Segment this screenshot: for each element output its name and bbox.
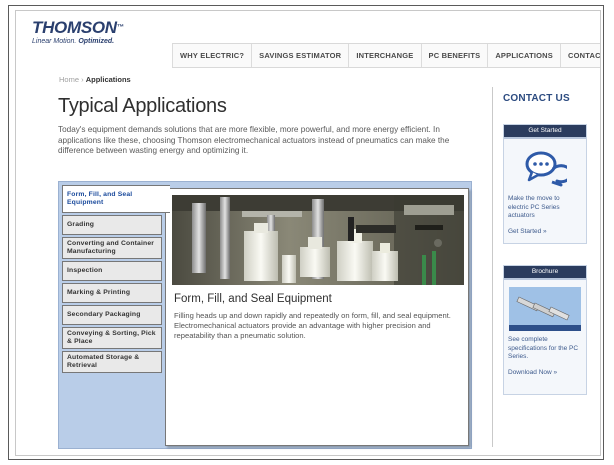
- nav-why-electric[interactable]: WHY ELECTRIC?: [172, 44, 251, 67]
- applications-panel: Form, Fill, and Seal Equipment Grading C…: [58, 181, 472, 449]
- tab-form-fill-seal[interactable]: Form, Fill, and Seal Equipment: [62, 185, 170, 213]
- thomson-logo[interactable]: THOMSON™ Linear Motion. Optimized.: [32, 19, 124, 46]
- breadcrumb: Home › Applications: [59, 75, 131, 84]
- detail-description: Filling heads up and down rapidly and re…: [174, 311, 451, 340]
- nav-interchange[interactable]: INTERCHANGE: [348, 44, 420, 67]
- logo-wordmark: THOMSON™: [32, 18, 124, 37]
- breadcrumb-home-link[interactable]: Home: [59, 75, 79, 84]
- application-tabs: Form, Fill, and Seal Equipment Grading C…: [62, 185, 170, 375]
- brochure-actuators-icon[interactable]: [509, 287, 581, 331]
- get-started-text: Make the move to electric PC Series actu…: [508, 195, 560, 219]
- web-page: THOMSON™ Linear Motion. Optimized. WHY E…: [15, 10, 601, 456]
- tab-marking-printing[interactable]: Marking & Printing: [62, 283, 162, 303]
- tab-inspection[interactable]: Inspection: [62, 261, 162, 281]
- brochure-header: Brochure: [504, 266, 586, 280]
- brochure-download-link[interactable]: Download Now »: [508, 369, 582, 376]
- tab-grading[interactable]: Grading: [62, 215, 162, 235]
- equipment-photo: [172, 195, 464, 285]
- brochure-card: Brochure See complete specifications for…: [503, 265, 587, 395]
- nav-pc-benefits[interactable]: PC BENEFITS: [420, 44, 488, 67]
- nav-applications[interactable]: APPLICATIONS: [487, 44, 560, 67]
- tab-secondary-packaging[interactable]: Secondary Packaging: [62, 305, 162, 325]
- breadcrumb-separator: ›: [81, 75, 84, 84]
- top-navigation: WHY ELECTRIC? SAVINGS ESTIMATOR INTERCHA…: [172, 43, 600, 68]
- tab-content: Form, Fill, and Seal Equipment Filling h…: [165, 188, 469, 446]
- sidebar-contact-heading[interactable]: CONTACT US: [503, 93, 570, 104]
- right-sidebar: CONTACT US Get Started Make the move to …: [492, 87, 593, 447]
- browser-frame: THOMSON™ Linear Motion. Optimized. WHY E…: [8, 5, 604, 460]
- tab-conveying-sorting[interactable]: Conveying & Sorting, Pick & Place: [62, 327, 162, 349]
- brochure-text: See complete specifications for the PC S…: [508, 336, 579, 360]
- tab-converting-container[interactable]: Converting and Container Manufacturing: [62, 237, 162, 259]
- get-started-card: Get Started Make the move to electric PC…: [503, 124, 587, 244]
- tab-automated-storage[interactable]: Automated Storage & Retrieval: [62, 351, 162, 373]
- detail-title: Form, Fill, and Seal Equipment: [174, 293, 332, 305]
- intro-paragraph: Today's equipment demands solutions that…: [58, 125, 450, 155]
- get-started-header: Get Started: [504, 125, 586, 139]
- get-started-link[interactable]: Get Started »: [508, 228, 582, 235]
- logo-tagline: Linear Motion. Optimized.: [32, 38, 115, 45]
- chat-bubbles-icon: [509, 146, 581, 190]
- nav-savings-estimator[interactable]: SAVINGS ESTIMATOR: [251, 44, 348, 67]
- nav-contact-us[interactable]: CONTACT US: [560, 44, 600, 67]
- breadcrumb-current: Applications: [85, 75, 131, 84]
- page-title: Typical Applications: [58, 95, 227, 117]
- fill-seal-machine-image: [172, 195, 464, 285]
